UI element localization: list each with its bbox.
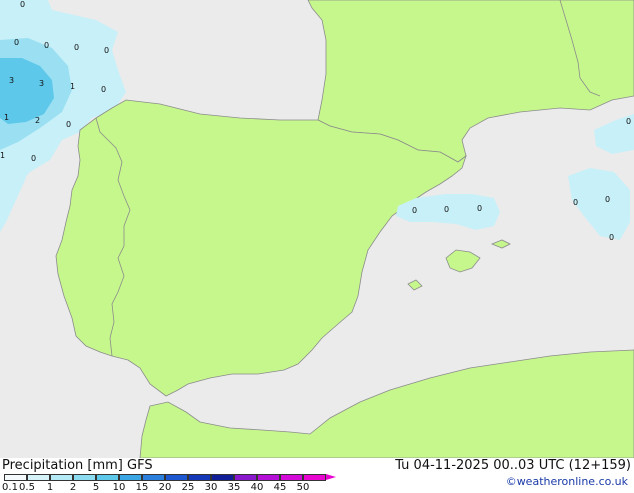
precip-value-label: 0 <box>573 198 578 207</box>
legend-tick-label: 20 <box>158 482 172 493</box>
legend-tick-label: 15 <box>135 482 149 493</box>
legend-tick-label: 5 <box>92 482 100 493</box>
precip-value-label: 0 <box>104 46 109 55</box>
precip-value-label: 0 <box>412 206 417 215</box>
footer-bar: Precipitation [mm] GFS Tu 04-11-2025 00.… <box>0 458 634 493</box>
precip-value-label: 3 <box>39 79 44 88</box>
legend-swatch <box>165 474 188 481</box>
precip-value-label: 0 <box>605 195 610 204</box>
precip-value-label: 1 <box>70 82 75 91</box>
precip-value-label: 0 <box>14 38 19 47</box>
precip-value-label: 0 <box>20 0 25 9</box>
legend-swatch <box>188 474 211 481</box>
legend-tick-label: 50 <box>296 482 310 493</box>
legend-swatch <box>257 474 280 481</box>
precip-value-label: 0 <box>101 85 106 94</box>
legend-tick-label: 25 <box>181 482 195 493</box>
legend-swatch <box>303 474 326 481</box>
legend-tick-label: 0.1 <box>2 482 18 493</box>
legend-swatch <box>96 474 119 481</box>
valid-time: Tu 04-11-2025 00..03 UTC (12+159) <box>395 458 631 473</box>
precip-value-label: 3 <box>9 76 14 85</box>
legend-swatch <box>280 474 303 481</box>
precip-value-label: 1 <box>4 113 9 122</box>
precip-value-label: 0 <box>31 154 36 163</box>
precip-value-label: 2 <box>35 116 40 125</box>
credit-link[interactable]: ©weatheronline.co.uk <box>506 475 628 488</box>
legend-tick-label: 1 <box>46 482 54 493</box>
precip-value-label: 0 <box>477 204 482 213</box>
legend-tick-label: 2 <box>69 482 77 493</box>
map-title: Precipitation [mm] GFS <box>2 458 153 473</box>
precip-value-label: 1 <box>0 151 5 160</box>
legend-tick-label: 45 <box>273 482 287 493</box>
legend-swatch <box>50 474 73 481</box>
legend-swatch <box>234 474 257 481</box>
precip-value-label: 0 <box>44 41 49 50</box>
legend-swatch <box>211 474 234 481</box>
precip-value-label: 0 <box>626 117 631 126</box>
legend-arrow-tip <box>326 474 336 480</box>
precip-value-label: 0 <box>609 233 614 242</box>
legend-swatch <box>73 474 96 481</box>
precipitation-map: 0 0 0 0 0 3 3 1 0 1 2 0 1 0 0 0 0 0 0 0 … <box>0 0 634 458</box>
legend-swatch <box>142 474 165 481</box>
legend-swatch <box>4 474 27 481</box>
precip-value-label: 0 <box>444 205 449 214</box>
legend-tick-label: 30 <box>204 482 218 493</box>
legend-swatch <box>27 474 50 481</box>
legend-tick-label: 10 <box>112 482 126 493</box>
legend-tick-label: 40 <box>250 482 264 493</box>
legend-tick-label: 35 <box>227 482 241 493</box>
precip-value-label: 0 <box>74 43 79 52</box>
legend-swatch <box>119 474 142 481</box>
legend-tick-label: 0.5 <box>19 482 35 493</box>
precip-value-label: 0 <box>66 120 71 129</box>
